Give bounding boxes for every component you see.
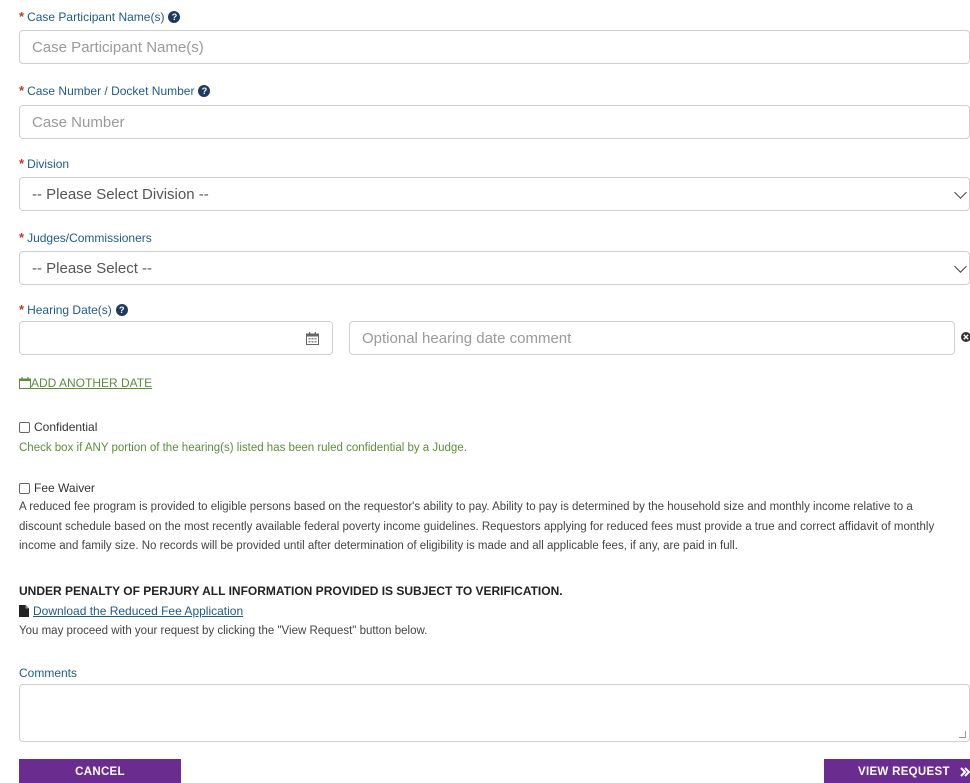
- remove-icon[interactable]: [960, 331, 970, 343]
- chevron-down-icon: [954, 186, 967, 199]
- case-number-input[interactable]: [19, 105, 970, 139]
- perjury-warning: UNDER PENALTY OF PERJURY ALL INFORMATION…: [19, 584, 563, 598]
- cancel-button[interactable]: CANCEL: [19, 759, 181, 783]
- calendar-icon: [306, 331, 319, 345]
- participant-label: * Case Participant Name(s) ?: [19, 9, 181, 24]
- download-application-text: Download the Reduced Fee Application: [33, 604, 244, 618]
- view-request-button[interactable]: VIEW REQUEST: [824, 759, 970, 783]
- fee-waiver-label: Fee Waiver: [34, 481, 95, 495]
- case-number-label-text: Case Number / Docket Number: [27, 83, 195, 98]
- hearing-date-label-text: Hearing Date(s): [27, 302, 112, 317]
- fee-waiver-checkbox[interactable]: [19, 482, 30, 494]
- fee-waiver-checkbox-row[interactable]: Fee Waiver: [19, 481, 95, 495]
- division-label-text: Division: [27, 156, 70, 171]
- confidential-label: Confidential: [34, 420, 98, 434]
- participant-name-input[interactable]: [19, 30, 970, 64]
- required-mark: *: [19, 156, 25, 171]
- add-another-date-link[interactable]: ADD ANOTHER DATE: [19, 376, 152, 390]
- hearing-comment-input[interactable]: [349, 321, 955, 355]
- confidential-checkbox[interactable]: [19, 421, 30, 433]
- arrow-right-icon: [960, 767, 970, 777]
- judges-select[interactable]: -- Please Select --: [19, 251, 970, 285]
- confidential-note: Check box if ANY portion of the hearing(…: [19, 442, 467, 454]
- comments-textarea[interactable]: [19, 684, 970, 742]
- hearing-date-input[interactable]: [19, 321, 294, 355]
- add-another-date-text: ADD ANOTHER DATE: [31, 376, 153, 390]
- calendar-add-icon: [19, 377, 31, 389]
- help-icon[interactable]: ?: [115, 303, 128, 316]
- participant-label-text: Case Participant Name(s): [27, 9, 165, 24]
- file-icon: [19, 605, 29, 617]
- proceed-note: You may proceed with your request by cli…: [19, 625, 428, 637]
- help-icon[interactable]: ?: [168, 10, 181, 23]
- request-form: * Case Participant Name(s) ? * Case Numb…: [0, 0, 970, 783]
- judges-selected-value: -- Please Select --: [32, 259, 153, 277]
- help-icon[interactable]: ?: [198, 84, 211, 97]
- required-mark: *: [19, 83, 25, 98]
- fee-waiver-description: A reduced fee program is provided to eli…: [19, 501, 935, 552]
- view-request-label: VIEW REQUEST: [858, 766, 950, 778]
- required-mark: *: [19, 9, 25, 24]
- division-selected-value: -- Please Select Division --: [32, 185, 209, 203]
- division-select[interactable]: -- Please Select Division --: [19, 177, 970, 211]
- judges-label-text: Judges/Commissioners: [27, 230, 152, 245]
- hearing-date-label: * Hearing Date(s) ?: [19, 302, 128, 317]
- division-label: * Division: [19, 156, 69, 171]
- judges-label: * Judges/Commissioners: [19, 230, 152, 245]
- comments-label: Comments: [19, 666, 78, 680]
- calendar-button[interactable]: [293, 321, 333, 355]
- resize-handle[interactable]: [959, 731, 966, 738]
- required-mark: *: [19, 230, 25, 245]
- case-number-label: * Case Number / Docket Number ?: [19, 83, 211, 98]
- required-mark: *: [19, 302, 25, 317]
- confidential-checkbox-row[interactable]: Confidential: [19, 420, 97, 434]
- download-application-link[interactable]: Download the Reduced Fee Application: [19, 604, 243, 618]
- chevron-down-icon: [954, 260, 967, 273]
